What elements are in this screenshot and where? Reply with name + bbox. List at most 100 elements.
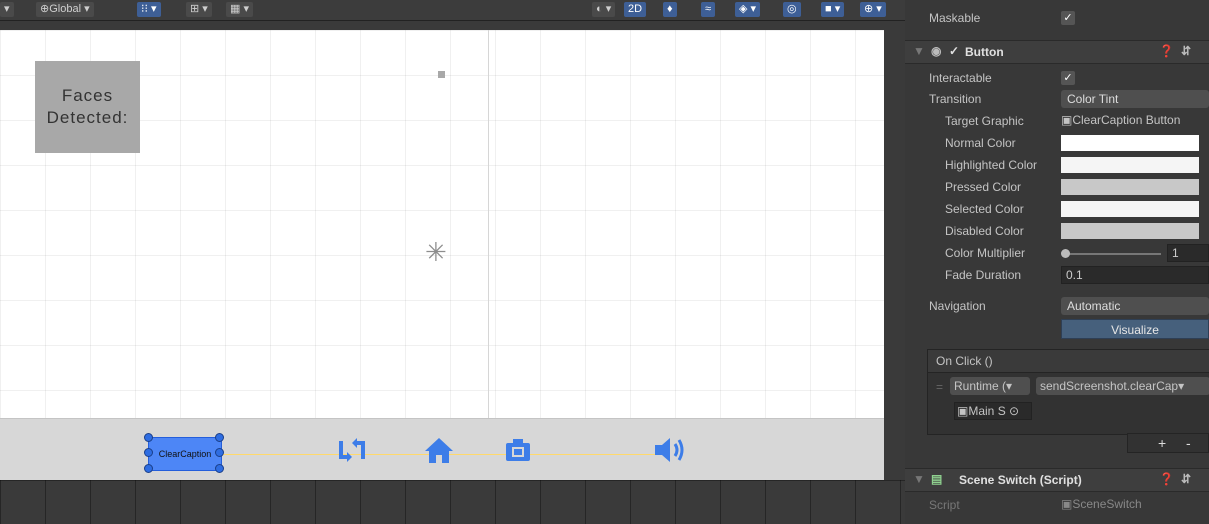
pressed-color-swatch[interactable] [1061, 179, 1199, 195]
selection-marker [438, 71, 445, 78]
toolbar-visibility-toggle[interactable]: ◎ [783, 2, 801, 17]
pressed-color-row: Pressed Color [905, 177, 1209, 198]
volume-icon[interactable] [652, 435, 686, 470]
resize-handle[interactable] [215, 448, 224, 457]
toolbar-move-tools[interactable]: ⁝⁝ ▾ [137, 2, 161, 17]
transition-dropdown[interactable]: Color Tint [1061, 90, 1209, 108]
toolbar-snap-tool[interactable]: ⊞ ▾ [186, 2, 212, 17]
object-field[interactable]: ▣Main S ⊙ [954, 402, 1032, 420]
scene-grid-area [0, 480, 905, 524]
help-icon[interactable]: ❓ [1159, 44, 1174, 58]
onclick-event-box: On Click () = Runtime (▾ sendScreenshot.… [927, 349, 1209, 435]
selected-color-label: Selected Color [945, 202, 1024, 216]
visualize-button[interactable]: Visualize [1061, 319, 1209, 339]
fade-duration-field[interactable]: 0.1 [1061, 266, 1209, 284]
selected-color-row: Selected Color [905, 199, 1209, 220]
add-listener-button[interactable]: + [1158, 435, 1166, 451]
scene-switch-label: Scene Switch (Script) [959, 473, 1082, 487]
toolbar-light-toggle[interactable]: ♦ [663, 2, 677, 17]
disabled-color-label: Disabled Color [945, 224, 1024, 238]
interactable-checkbox[interactable]: ✓ [1061, 71, 1075, 85]
toolbar-dropdown-left[interactable]: ▾ [0, 2, 14, 17]
navigation-label: Navigation [929, 299, 986, 313]
script-label: Script [929, 498, 960, 512]
drag-handle-icon[interactable]: = [936, 380, 943, 394]
faces-label-line2: Detected: [46, 108, 129, 127]
script-field: ▣SceneSwitch [1061, 497, 1142, 511]
color-multiplier-field[interactable]: 1 [1167, 244, 1209, 262]
toolbar-global-label: Global [49, 3, 82, 15]
toolbar-effects-toggle[interactable]: ◈ ▾ [735, 2, 761, 17]
selected-color-swatch[interactable] [1061, 201, 1199, 217]
settings-icon[interactable]: ⇵ [1181, 472, 1191, 486]
help-icon[interactable]: ❓ [1159, 472, 1174, 486]
script-icon: ▤ [931, 472, 943, 486]
color-multiplier-row: Color Multiplier 1 [905, 243, 1209, 264]
normal-color-swatch[interactable] [1061, 135, 1199, 151]
onclick-header: On Click () [928, 350, 1209, 373]
toolbar-camera-settings[interactable]: ■ ▾ [821, 2, 845, 17]
script-row: Script ▣SceneSwitch [905, 495, 1209, 516]
maskable-label: Maskable [929, 11, 981, 25]
resize-handle[interactable] [144, 448, 153, 457]
disabled-color-row: Disabled Color [905, 221, 1209, 242]
script-value: SceneSwitch [1072, 497, 1142, 511]
onclick-label: On Click () [936, 354, 993, 368]
scene-switch-header[interactable]: ▼ ▤ Scene Switch (Script) ❓ ⇵ [905, 468, 1209, 492]
highlighted-color-swatch[interactable] [1061, 157, 1199, 173]
resize-handle[interactable] [144, 464, 153, 473]
button-enabled-check[interactable]: ✓ [949, 44, 959, 58]
toolbar-audio-toggle[interactable]: ≈ [701, 2, 716, 17]
target-graphic-label: Target Graphic [945, 114, 1024, 128]
toolbar-draw-mode[interactable]: ◐ ▾ [592, 2, 616, 17]
runtime-dropdown[interactable]: Runtime (▾ [950, 377, 1030, 395]
bottom-nav-bar: ClearCaption [0, 418, 884, 481]
canvas-center-line [488, 30, 489, 480]
button-component-header[interactable]: ▼ ◉ ✓ Button ❓ ⇵ [905, 40, 1209, 64]
navigation-row: Navigation Automatic [905, 296, 1209, 317]
pressed-color-label: Pressed Color [945, 180, 1022, 194]
normal-color-row: Normal Color [905, 133, 1209, 154]
target-graphic-row: Target Graphic ▣ClearCaption Button [905, 111, 1209, 132]
toolbar-gizmos-toggle[interactable]: ⊕ ▾ [860, 2, 886, 17]
highlighted-color-row: Highlighted Color [905, 155, 1209, 176]
settings-icon[interactable]: ⇵ [1181, 44, 1191, 58]
toolbar-grid-tool[interactable]: ▦ ▾ [226, 2, 253, 17]
swap-icon[interactable] [337, 435, 367, 470]
camera-icon[interactable] [503, 435, 533, 470]
color-multiplier-slider[interactable] [1061, 249, 1070, 258]
faces-detected-panel[interactable]: Faces Detected: [35, 61, 140, 153]
normal-color-label: Normal Color [945, 136, 1016, 150]
resize-handle[interactable] [215, 464, 224, 473]
faces-label-line1: Faces [61, 86, 114, 105]
inspector-panel: Maskable ✓ ▼ ◉ ✓ Button ❓ ⇵ Interactable… [905, 0, 1209, 524]
target-graphic-field[interactable]: ▣ClearCaption Button [1061, 113, 1180, 127]
fade-duration-row: Fade Duration 0.1 [905, 265, 1209, 286]
resize-handle[interactable] [215, 433, 224, 442]
transition-label: Transition [929, 92, 982, 106]
remove-listener-button[interactable]: - [1186, 435, 1191, 451]
interactable-label: Interactable [929, 71, 992, 85]
target-graphic-value: ClearCaption Button [1072, 113, 1181, 127]
home-icon[interactable] [424, 435, 454, 470]
game-canvas[interactable]: Faces Detected: ✳ ClearCaption [0, 30, 884, 481]
object-value: Main S [968, 404, 1006, 418]
clear-caption-button[interactable]: ClearCaption [148, 437, 222, 471]
maskable-row: Maskable ✓ [905, 8, 1209, 29]
color-multiplier-label: Color Multiplier [945, 246, 1026, 260]
toolbar-global-dropdown[interactable]: ⊕Global ▾ [36, 2, 94, 17]
navigation-dropdown[interactable]: Automatic [1061, 297, 1209, 315]
function-dropdown[interactable]: sendScreenshot.clearCap▾ [1036, 377, 1209, 395]
maskable-checkbox[interactable]: ✓ [1061, 11, 1075, 25]
foldout-arrow-icon[interactable]: ▼ [913, 44, 925, 58]
resize-handle[interactable] [144, 433, 153, 442]
add-remove-bar: + - [1127, 433, 1209, 453]
component-icon: ◉ [931, 44, 942, 58]
scene-toolbar: ▾ ⊕Global ▾ ⁝⁝ ▾ ⊞ ▾ ▦ ▾ ◐ ▾ 2D ♦ ≈ ◈ ▾ … [0, 0, 905, 21]
scene-view[interactable]: ▾ ⊕Global ▾ ⁝⁝ ▾ ⊞ ▾ ▦ ▾ ◐ ▾ 2D ♦ ≈ ◈ ▾ … [0, 0, 905, 524]
foldout-arrow-icon[interactable]: ▼ [913, 472, 925, 486]
toolbar-2d-toggle[interactable]: 2D [624, 2, 647, 17]
disabled-color-swatch[interactable] [1061, 223, 1199, 239]
interactable-row: Interactable ✓ [905, 68, 1209, 89]
fade-duration-label: Fade Duration [945, 268, 1022, 282]
